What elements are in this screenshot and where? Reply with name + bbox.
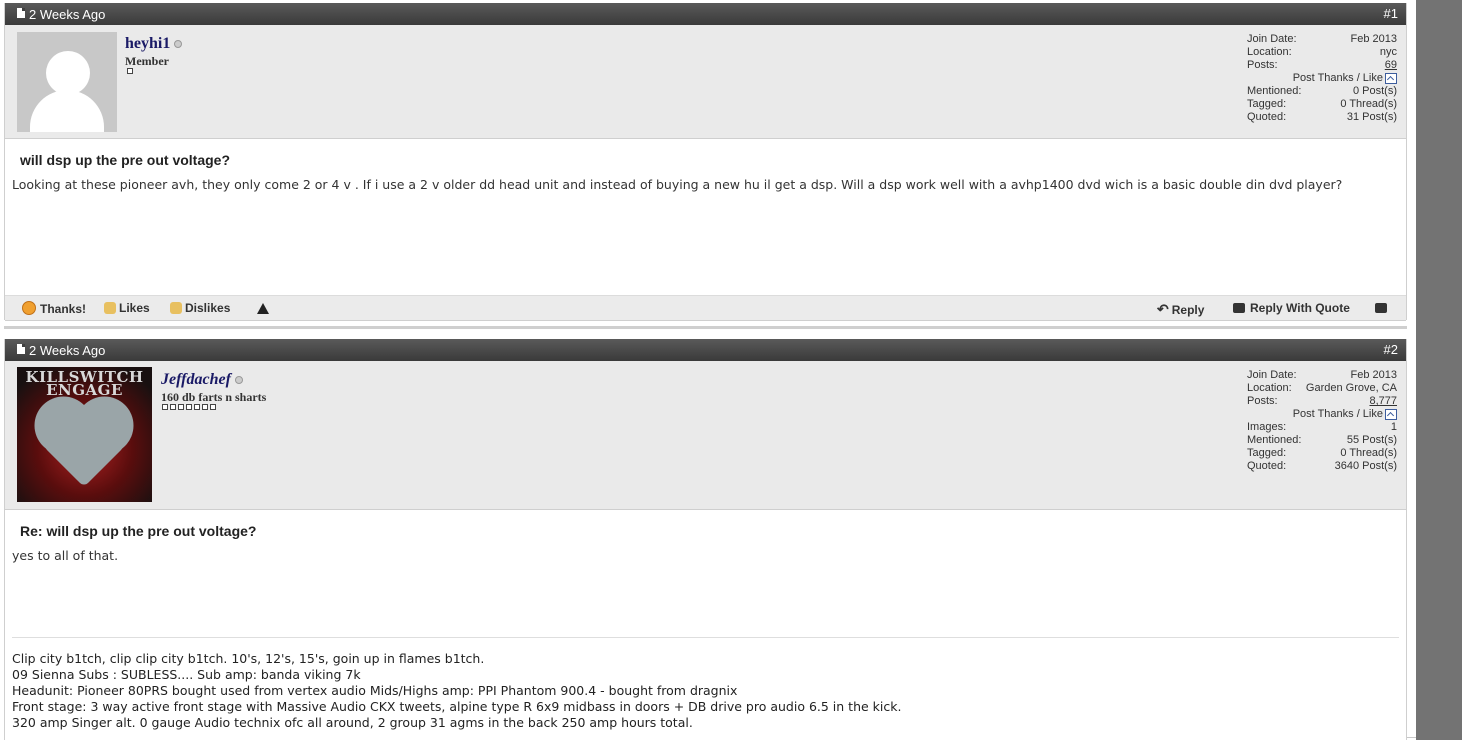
user-stats: Join Date: Feb 2013 Location: nyc Posts: 69… <box>1247 33 1397 124</box>
mentioned-label: Mentioned: <box>1247 85 1302 97</box>
signature: Clip city b1tch, clip clip city b1tch. 1… <box>12 651 1399 731</box>
user-title: Member <box>125 54 169 68</box>
post-date: 2 Weeks Ago <box>29 7 106 22</box>
expand-up-icon[interactable] <box>1385 73 1397 84</box>
user-title: 160 db farts n sharts <box>161 390 267 404</box>
mentioned-link[interactable]: 0 Post(s) <box>1353 85 1397 98</box>
signature-line: 320 amp Singer alt. 0 gauge Audio techni… <box>12 715 693 730</box>
location-value: nyc <box>1379 46 1397 58</box>
username-link[interactable]: heyhi1 <box>125 35 183 53</box>
tagged-link[interactable]: 0 Thread(s) <box>1340 447 1397 460</box>
posts-count-link[interactable]: 69 <box>1385 59 1397 72</box>
post-header: 2 Weeks Ago #1 <box>5 3 1406 25</box>
smile-icon <box>22 301 36 315</box>
posts-label: Posts: <box>1247 59 1278 71</box>
username-text[interactable]: heyhi1 <box>125 35 170 52</box>
multiquote-plus-icon <box>1375 303 1387 313</box>
thanks-like-label: Post Thanks / Like <box>1292 408 1383 420</box>
user-info: heyhi1 Member Join Date: Feb 2013 Locatio… <box>5 25 1406 139</box>
post-number-link[interactable]: #2 <box>1384 342 1398 357</box>
post-number-link[interactable]: #1 <box>1384 6 1398 21</box>
post-1: 2 Weeks Ago #1 heyhi1 Member Join Date: F… <box>4 3 1407 321</box>
post-thanks-like-row: Post Thanks / Like <box>1247 72 1397 85</box>
thanks-label: Thanks! <box>40 302 87 316</box>
post-header: 2 Weeks Ago #2 <box>5 339 1406 361</box>
reply-with-quote-label: Reply With Quote <box>1250 301 1350 315</box>
offline-status-icon <box>174 40 183 49</box>
post-icon <box>17 344 25 354</box>
post-actions: Thanks! Likes Dislikes ↶ Reply Reply With… <box>5 295 1406 321</box>
quoted-label: Quoted: <box>1247 460 1287 472</box>
reply-label: Reply <box>1171 303 1205 317</box>
user-info: KILLSWITCH ENGAGE Jeffdachef 160 db fart… <box>5 361 1406 510</box>
signature-line: Headunit: Pioneer 80PRS bought used from… <box>12 683 738 698</box>
tagged-label: Tagged: <box>1247 98 1287 110</box>
signature-line: Front stage: 3 way active front stage wi… <box>12 699 902 714</box>
posts-count-link[interactable]: 8,777 <box>1369 395 1397 408</box>
reply-arrow-icon: ↶ <box>1157 301 1169 317</box>
report-button[interactable] <box>257 302 269 316</box>
tagged-link[interactable]: 0 Thread(s) <box>1340 98 1397 111</box>
reply-with-quote-button[interactable]: Reply With Quote <box>1233 301 1350 315</box>
quoted-link[interactable]: 3640 Post(s) <box>1335 460 1397 473</box>
post-date: 2 Weeks Ago <box>29 343 106 358</box>
user-stats: Join Date: Feb 2013 Location: Garden Grove… <box>1247 369 1397 473</box>
images-link[interactable]: 1 <box>1391 421 1397 434</box>
post-2: 2 Weeks Ago #2 KILLSWITCH ENGAGE Jeffdac… <box>4 339 1407 740</box>
username-text[interactable]: Jeffdachef <box>161 371 231 388</box>
mentioned-link[interactable]: 55 Post(s) <box>1347 434 1397 447</box>
post-body: Looking at these pioneer avh, they only … <box>12 177 1343 192</box>
tagged-label: Tagged: <box>1247 447 1287 459</box>
user-avatar[interactable]: KILLSWITCH ENGAGE <box>17 367 152 502</box>
page-scrollbar-gutter[interactable] <box>1416 0 1462 740</box>
reputation-icons <box>127 68 135 76</box>
default-avatar-icon[interactable] <box>17 32 117 132</box>
signature-line: 09 Sienna Subs : SUBLESS.... Sub amp: ba… <box>12 667 361 682</box>
location-label: Location: <box>1247 46 1292 58</box>
thanks-button[interactable]: Thanks! <box>22 301 86 316</box>
location-label: Location: <box>1247 382 1292 394</box>
mentioned-label: Mentioned: <box>1247 434 1302 446</box>
thanks-like-label: Post Thanks / Like <box>1292 72 1383 84</box>
post-icon <box>17 8 25 18</box>
post-thanks-like-row: Post Thanks / Like <box>1247 408 1397 421</box>
join-date-label: Join Date: <box>1247 33 1297 45</box>
location-value: Garden Grove, CA <box>1305 382 1397 394</box>
offline-status-icon <box>234 376 243 385</box>
post-separator <box>4 326 1407 329</box>
join-date-value: Feb 2013 <box>1350 33 1397 45</box>
signature-line: Clip city b1tch, clip clip city b1tch. 1… <box>12 651 485 666</box>
join-date-value: Feb 2013 <box>1350 369 1397 381</box>
reply-button[interactable]: ↶ Reply <box>1157 301 1204 318</box>
dislikes-button[interactable]: Dislikes <box>170 301 230 315</box>
post-title: will dsp up the pre out voltage? <box>20 152 231 168</box>
expand-up-icon[interactable] <box>1385 409 1397 420</box>
warning-icon <box>257 303 269 314</box>
post-title: Re: will dsp up the pre out voltage? <box>20 523 257 539</box>
dislikes-label: Dislikes <box>185 301 231 315</box>
heart-image <box>42 404 126 488</box>
thumbs-down-icon <box>170 302 182 314</box>
thumbs-up-icon <box>104 302 116 314</box>
likes-button[interactable]: Likes <box>104 301 150 315</box>
quoted-link[interactable]: 31 Post(s) <box>1347 111 1397 124</box>
likes-label: Likes <box>119 301 150 315</box>
username-link[interactable]: Jeffdachef <box>161 371 243 389</box>
posts-label: Posts: <box>1247 395 1278 407</box>
multi-quote-button[interactable] <box>1375 301 1392 315</box>
reputation-icons <box>162 404 218 412</box>
images-label: Images: <box>1247 421 1287 433</box>
quoted-label: Quoted: <box>1247 111 1287 123</box>
signature-divider <box>12 637 1399 638</box>
quote-bubble-icon <box>1233 303 1245 313</box>
avatar-band-logo: KILLSWITCH ENGAGE <box>25 368 144 399</box>
join-date-label: Join Date: <box>1247 369 1297 381</box>
post-body: yes to all of that. <box>12 548 119 563</box>
